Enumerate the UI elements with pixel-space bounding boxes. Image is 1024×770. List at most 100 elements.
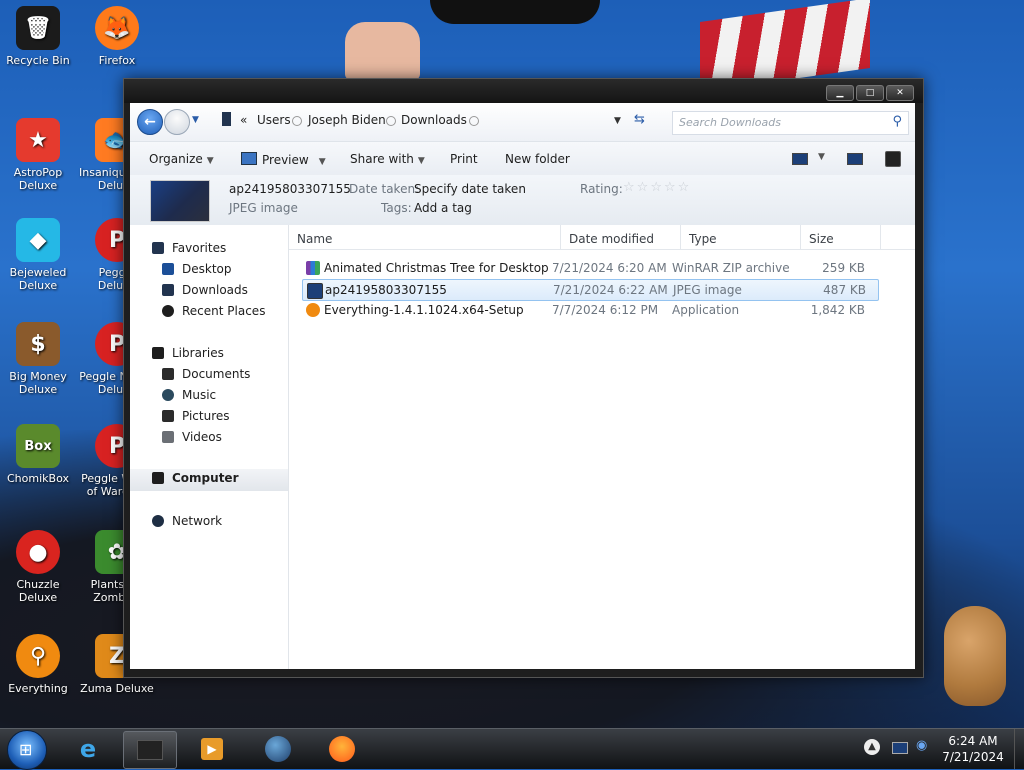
everything-setup-icon <box>306 303 320 317</box>
address-dropdown-icon[interactable]: ▼ <box>614 116 621 126</box>
maximize-button[interactable]: □ <box>856 85 884 101</box>
nav-recent-places[interactable]: Recent Places <box>130 302 288 322</box>
preview-pane-icon[interactable] <box>847 153 863 165</box>
nav-downloads[interactable]: Downloads <box>130 281 288 301</box>
tags-value[interactable]: Add a tag <box>414 201 472 215</box>
desktop-icon-label: ChomikBox <box>7 472 69 485</box>
nav-computer[interactable]: Computer <box>130 469 288 491</box>
desktop-icon-label: Firefox <box>98 54 136 67</box>
computer-icon <box>152 472 164 484</box>
breadcrumb-overflow[interactable]: « <box>240 113 247 127</box>
explorer-icon <box>137 740 163 760</box>
window-titlebar[interactable]: ▁ □ ✕ <box>124 79 923 103</box>
nav-label: Libraries <box>172 346 224 360</box>
desktop-icon-recycle-bin[interactable]: 🗑 Recycle Bin <box>0 6 76 67</box>
desktop-icon-big-money[interactable]: $ Big Money Deluxe <box>0 322 76 396</box>
nav-favorites[interactable]: Favorites <box>130 239 288 259</box>
nav-music[interactable]: Music <box>130 386 288 406</box>
network-tray-icon[interactable] <box>892 742 908 754</box>
breadcrumb-separator-icon[interactable] <box>469 116 479 126</box>
search-input[interactable]: Search Downloads ⚲ <box>672 111 909 135</box>
search-placeholder: Search Downloads <box>679 116 781 129</box>
desktop-icon-bejeweled[interactable]: ◆ Bejeweled Deluxe <box>0 218 76 292</box>
share-with-button[interactable]: Share with ▼ <box>350 152 425 166</box>
taskbar-explorer[interactable] <box>123 731 177 769</box>
clock-date: 7/21/2024 <box>942 750 1004 764</box>
column-date-modified[interactable]: Date modified <box>561 225 681 249</box>
desktop-icon-chomikbox[interactable]: Box ChomikBox <box>0 424 76 485</box>
close-button[interactable]: ✕ <box>886 85 914 101</box>
star-icon[interactable]: ☆ <box>650 180 662 195</box>
nav-label: Recent Places <box>182 304 266 318</box>
desktop-icon-label: Chuzzle Deluxe <box>16 578 60 604</box>
new-folder-button[interactable]: New folder <box>505 152 570 166</box>
view-options-chevron-icon[interactable]: ▼ <box>818 152 825 162</box>
nav-libraries[interactable]: Libraries <box>130 344 288 364</box>
desktop-icon-astropop[interactable]: ★ AstroPop Deluxe <box>0 118 76 192</box>
start-button[interactable]: ⊞ <box>7 730 47 770</box>
breadcrumb-downloads[interactable]: Downloads <box>401 113 467 127</box>
winrar-archive-icon <box>306 261 320 275</box>
taskbar-internet-explorer[interactable]: e <box>62 731 114 767</box>
file-date: 7/21/2024 6:22 AM <box>553 283 668 297</box>
share-with-label: Share with <box>350 152 414 166</box>
column-name[interactable]: Name <box>289 225 561 249</box>
minimize-button[interactable]: ▁ <box>826 85 854 101</box>
desktop-icon-everything[interactable]: ⚲ Everything <box>0 634 76 695</box>
file-row[interactable]: Animated Christmas Tree for Desktop 7/21… <box>302 258 877 278</box>
preview-icon <box>241 152 257 165</box>
desktop-icon-label: Everything <box>8 682 68 695</box>
recent-pages-chevron-icon[interactable]: ▼ <box>192 115 199 125</box>
nav-desktop[interactable]: Desktop <box>130 260 288 280</box>
preview-label: Preview <box>262 153 309 167</box>
breadcrumb-separator-icon[interactable] <box>292 116 302 126</box>
change-view-icon[interactable] <box>792 153 808 165</box>
file-row[interactable]: Everything-1.4.1.1024.x64-Setup 7/7/2024… <box>302 300 877 320</box>
print-button[interactable]: Print <box>450 152 478 166</box>
refresh-icon[interactable]: ⇆ <box>634 112 645 127</box>
search-icon[interactable]: ⚲ <box>892 114 902 129</box>
nav-network[interactable]: Network <box>130 512 288 532</box>
help-icon[interactable] <box>885 151 901 167</box>
date-taken-value[interactable]: Specify date taken <box>414 182 526 196</box>
nav-videos[interactable]: Videos <box>130 428 288 448</box>
nav-label: Videos <box>182 430 222 444</box>
column-size[interactable]: Size <box>801 225 881 249</box>
rating-stars[interactable]: ☆ ☆ ☆ ☆ ☆ <box>623 180 691 195</box>
star-icon[interactable]: ☆ <box>637 180 649 195</box>
desktop-icon-label: AstroPop Deluxe <box>13 166 63 192</box>
taskbar-clock[interactable]: 6:24 AM 7/21/2024 <box>938 733 1008 765</box>
bejeweled-icon: ◆ <box>16 218 60 262</box>
breadcrumb-users[interactable]: Users <box>257 113 291 127</box>
desktop-hamster-pet[interactable] <box>944 606 1006 706</box>
firefox-icon: 🦊 <box>95 6 139 50</box>
taskbar-media-player[interactable]: ▶ <box>186 731 238 767</box>
star-icon[interactable]: ☆ <box>678 180 690 195</box>
desktop-icon-chuzzle[interactable]: ● Chuzzle Deluxe <box>0 530 76 604</box>
nav-label: Pictures <box>182 409 230 423</box>
details-pane: ap24195803307155 JPEG image Date taken: … <box>130 175 915 226</box>
preview-button[interactable]: Preview ▼ <box>241 152 326 167</box>
desktop-icon-firefox[interactable]: 🦊 Firefox <box>79 6 155 67</box>
back-button[interactable]: ← <box>137 109 163 135</box>
breadcrumb-joseph-biden[interactable]: Joseph Biden <box>308 113 386 127</box>
nav-label: Computer <box>172 471 239 485</box>
star-icon[interactable]: ☆ <box>664 180 676 195</box>
breadcrumb-separator-icon[interactable] <box>386 116 396 126</box>
nav-documents[interactable]: Documents <box>130 365 288 385</box>
taskbar-network-globe[interactable] <box>252 731 304 767</box>
nav-pictures[interactable]: Pictures <box>130 407 288 427</box>
column-type[interactable]: Type <box>681 225 801 249</box>
windows-logo-icon: ⊞ <box>19 740 33 759</box>
clock-time: 6:24 AM <box>948 734 998 748</box>
tags-label: Tags: <box>381 201 412 215</box>
file-row-selected[interactable]: ap24195803307155 7/21/2024 6:22 AM JPEG … <box>302 279 879 301</box>
taskbar-firefox[interactable] <box>316 731 368 767</box>
show-hidden-icons-button[interactable]: ▲ <box>864 739 880 755</box>
star-icon[interactable]: ☆ <box>623 180 635 195</box>
forward-button[interactable] <box>164 109 190 135</box>
show-desktop-button[interactable] <box>1014 729 1024 769</box>
volume-tray-icon[interactable]: ◉ <box>916 738 927 753</box>
explorer-window: ▁ □ ✕ ← ▼ « Users Joseph Biden Downloads… <box>123 78 924 678</box>
organize-button[interactable]: Organize ▼ <box>149 152 214 166</box>
